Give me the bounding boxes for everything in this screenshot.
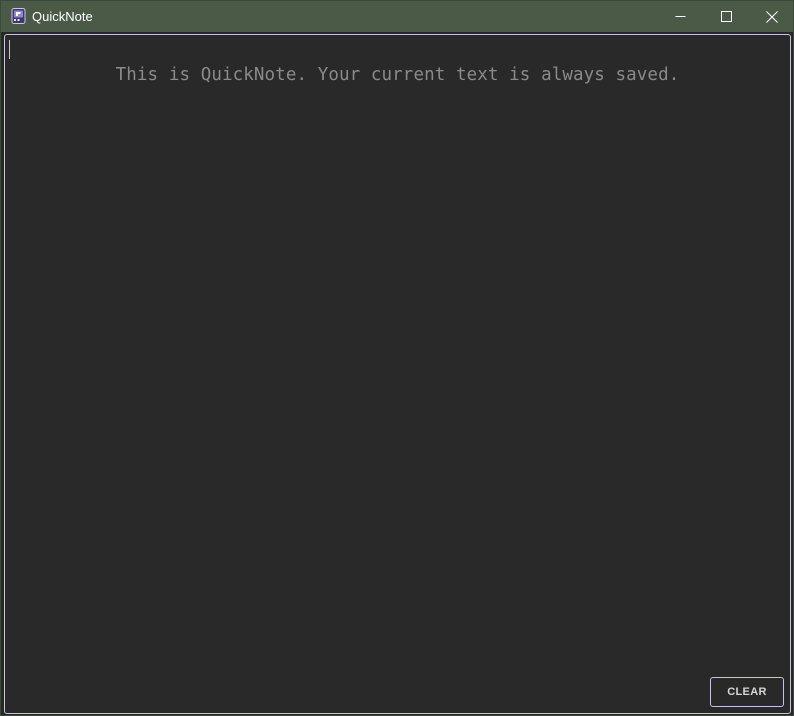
notepad-app-icon — [11, 8, 26, 24]
minimize-button[interactable] — [657, 1, 703, 32]
text-cursor — [9, 40, 10, 59]
minimize-icon — [675, 11, 686, 22]
title-bar[interactable]: QuickNote — [1, 1, 793, 32]
window-title: QuickNote — [32, 9, 93, 24]
placeholder-text: This is QuickNote. Your current text is … — [115, 65, 680, 85]
maximize-icon — [720, 11, 732, 22]
clear-button[interactable]: CLEAR — [710, 677, 784, 707]
maximize-button[interactable] — [703, 1, 749, 32]
app-window: QuickNote This is QuickNote. Your curren… — [0, 0, 794, 716]
note-text-area[interactable]: This is QuickNote. Your current text is … — [4, 34, 791, 714]
close-icon — [766, 10, 778, 23]
close-button[interactable] — [749, 1, 794, 32]
